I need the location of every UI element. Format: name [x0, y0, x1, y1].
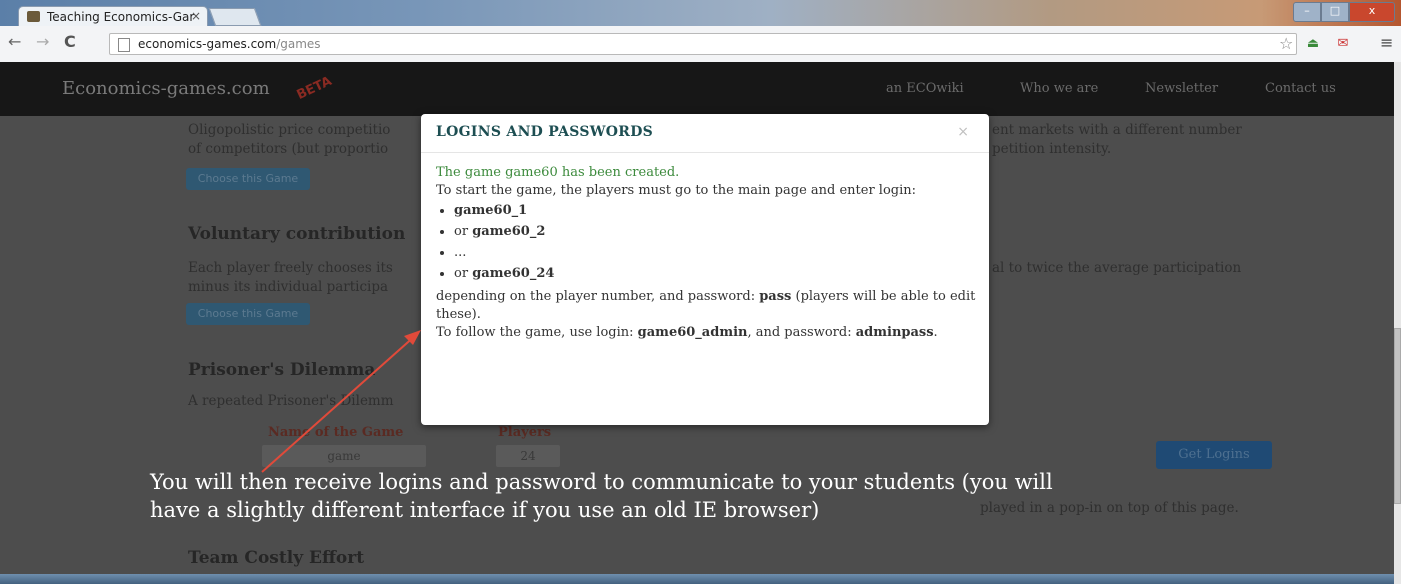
close-window-button[interactable]: x	[1349, 2, 1395, 22]
team-effort-title: Team Costly Effort	[188, 548, 365, 568]
url-path: /games	[276, 37, 321, 51]
reload-icon[interactable]: C	[64, 32, 76, 51]
maximize-button[interactable]: □	[1321, 2, 1349, 22]
login-value: game60_24	[472, 266, 555, 281]
player-password: pass	[759, 289, 792, 304]
oligo-description: Oligopolistic price competitio	[188, 122, 391, 138]
oligo-description-2: of competitors (but proportio	[188, 141, 389, 157]
window-controls: – □ x	[1293, 2, 1395, 22]
players-label: Players	[498, 425, 552, 440]
login-value: game60_2	[472, 224, 546, 239]
voluntary-description-right: al to twice the average participation	[992, 260, 1242, 276]
intro-text: To start the game, the players must go t…	[436, 183, 917, 198]
nav-contact[interactable]: Contact us	[1265, 81, 1336, 96]
browser-titlebar: Teaching Economics-Gar × – □ x	[0, 0, 1401, 26]
modal-header: LOGINS AND PASSWORDS ×	[421, 114, 989, 153]
oligo-description-2-right: petition intensity.	[992, 141, 1112, 157]
prisoner-title: Prisoner's Dilemma	[188, 360, 376, 380]
back-arrow-icon[interactable]: ←	[8, 32, 21, 51]
admin-text: To follow the game, use login: game60_ad…	[436, 325, 938, 340]
site-brand[interactable]: Economics-games.com	[62, 78, 270, 99]
login-item: game60_1	[454, 200, 981, 221]
nav-ecowiki[interactable]: an ECOwiki	[886, 81, 964, 96]
forward-arrow-icon[interactable]: →	[36, 32, 49, 51]
extension-stop-icon[interactable]: ✉	[1335, 36, 1351, 52]
address-url: economics-games.com/games	[138, 37, 321, 51]
get-logins-button[interactable]: Get Logins	[1156, 441, 1272, 469]
extension-icon[interactable]: ⏏	[1305, 36, 1321, 52]
game-name-label: Name of the Game	[268, 425, 404, 440]
page-scrollbar[interactable]	[1394, 62, 1401, 584]
game-name-input[interactable]: game	[262, 445, 426, 467]
browser-tab[interactable]: Teaching Economics-Gar ×	[18, 6, 208, 26]
choose-game-button-2[interactable]: Choose this Game	[186, 303, 310, 325]
caption-line-1: You will then receive logins and passwor…	[150, 470, 1053, 494]
caption-line-2: have a slightly different interface if y…	[150, 498, 820, 522]
modal-body: The game game60 has been created. To sta…	[436, 164, 981, 342]
password-text: depending on the player number, and pass…	[436, 289, 976, 322]
prisoner-description: A repeated Prisoner's Dilemm	[188, 393, 394, 409]
login-item: or game60_2	[454, 221, 981, 242]
bookmark-star-icon[interactable]: ☆	[1279, 34, 1293, 53]
choose-game-button[interactable]: Choose this Game	[186, 168, 310, 190]
oligo-description-right: ent markets with a different number	[992, 122, 1242, 138]
admin-password: adminpass	[855, 325, 934, 340]
tab-title: Teaching Economics-Gar	[47, 10, 195, 24]
voluntary-description: Each player freely chooses its	[188, 260, 393, 276]
login-item: or game60_24	[454, 263, 981, 284]
players-input[interactable]: 24	[496, 445, 560, 467]
menu-icon[interactable]: ≡	[1380, 33, 1393, 52]
modal-close-icon[interactable]: ×	[957, 124, 969, 140]
annotation-caption: You will then receive logins and passwor…	[150, 468, 1053, 524]
scroll-thumb[interactable]	[1394, 328, 1401, 504]
game-created-message: The game game60 has been created.	[436, 165, 680, 180]
nav-who-we-are[interactable]: Who we are	[1020, 81, 1098, 96]
login-value: game60_1	[454, 203, 528, 218]
address-bar[interactable]: economics-games.com/games	[109, 33, 1297, 55]
page-icon	[118, 38, 130, 52]
voluntary-title: Voluntary contribution	[188, 224, 406, 244]
voluntary-description-2: minus its individual participa	[188, 279, 389, 295]
login-item: ...	[454, 242, 981, 263]
tab-close-icon[interactable]: ×	[191, 9, 201, 23]
new-tab-button[interactable]	[208, 8, 262, 26]
logins-modal: LOGINS AND PASSWORDS × The game game60 h…	[421, 114, 989, 425]
nav-newsletter[interactable]: Newsletter	[1145, 81, 1218, 96]
os-taskbar	[0, 574, 1394, 584]
admin-login: game60_admin	[637, 325, 748, 340]
modal-title: LOGINS AND PASSWORDS	[436, 124, 654, 140]
minimize-button[interactable]: –	[1293, 2, 1321, 22]
beta-badge: BETA	[294, 73, 335, 104]
site-favicon-icon	[27, 11, 40, 22]
url-domain: economics-games.com	[138, 37, 277, 51]
login-list: game60_1 or game60_2 ... or game60_24	[436, 200, 981, 284]
site-navbar: Economics-games.com BETA an ECOwiki Who …	[0, 62, 1394, 116]
